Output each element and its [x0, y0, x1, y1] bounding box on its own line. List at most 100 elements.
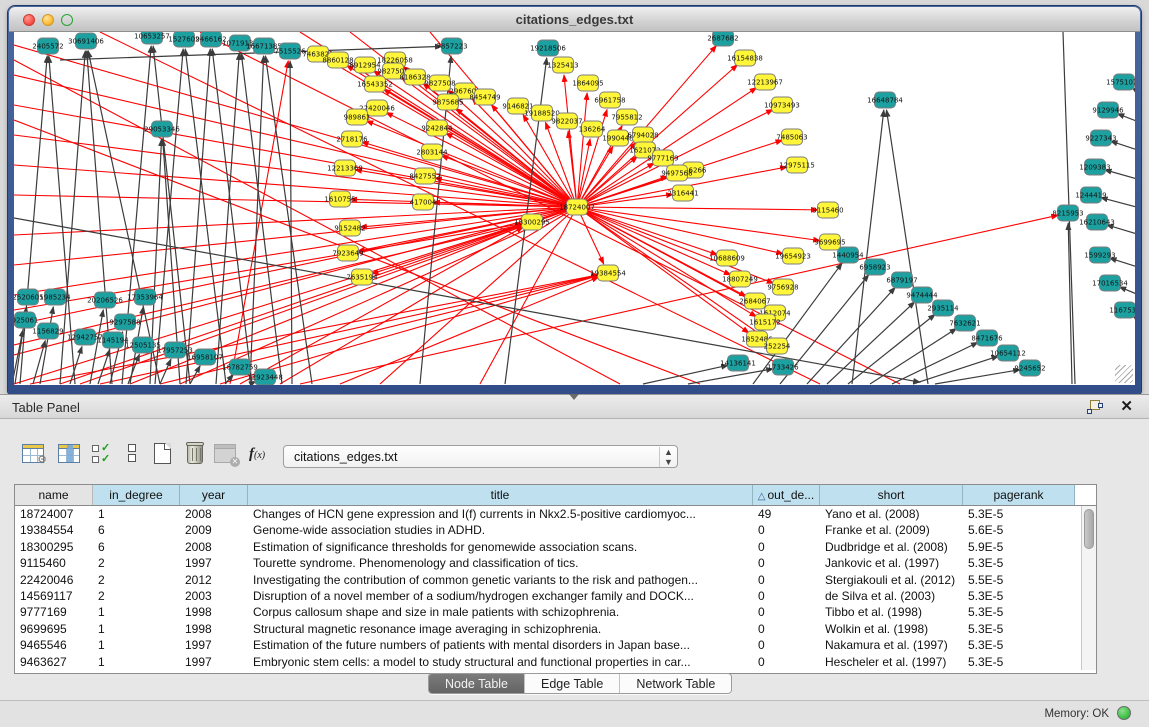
graph-edge[interactable] [577, 207, 820, 241]
graph-node[interactable]: 10688609 [709, 250, 745, 266]
graph-edge[interactable] [1111, 141, 1135, 152]
table-options-icon[interactable]: ⚙ [22, 441, 48, 469]
close-panel-icon[interactable]: ✕ [1120, 397, 1133, 415]
graph-edge[interactable] [852, 110, 884, 384]
graph-node[interactable]: 2316441 [667, 185, 698, 201]
resize-grip-icon[interactable] [1115, 365, 1133, 383]
graph-node[interactable]: 9756928 [767, 279, 798, 295]
column-header-pagerank[interactable]: pagerank [963, 485, 1075, 505]
graph-node[interactable]: 7857223 [436, 38, 467, 54]
network-graph[interactable]: 2405572306914061065325715276029466162107… [14, 32, 1135, 385]
float-panel-icon[interactable] [1087, 400, 1103, 414]
table-row[interactable]: 969969511998Structural magnetic resonanc… [15, 621, 1096, 637]
graph-node[interactable]: 12975115 [779, 157, 815, 173]
column-header-out_de[interactable]: △out_de... [753, 485, 820, 505]
graph-node[interactable]: 2687682 [707, 32, 738, 46]
graph-edge[interactable] [1119, 287, 1135, 297]
graph-edge[interactable] [240, 227, 523, 384]
graph-node[interactable]: 252254 [764, 338, 791, 354]
graph-node[interactable]: 417004 [410, 194, 437, 210]
graph-edge[interactable] [577, 207, 718, 255]
window-titlebar[interactable]: citations_edges.txt [9, 7, 1140, 32]
column-header-in_degree[interactable]: in_degree [93, 485, 180, 505]
column-header-year[interactable]: year [180, 485, 248, 505]
graph-node[interactable]: 1599293 [1084, 247, 1115, 263]
graph-node[interactable]: 16154838 [727, 50, 763, 66]
show-columns-icon[interactable] [58, 441, 84, 469]
graph-edge[interactable] [212, 49, 252, 384]
delete-icon[interactable] [184, 441, 210, 469]
graph-node[interactable]: 9129946 [1092, 102, 1124, 118]
column-header-short[interactable]: short [820, 485, 963, 505]
graph-edge[interactable] [153, 46, 190, 384]
graph-node[interactable]: 6961758 [594, 92, 625, 108]
graph-node[interactable]: 9242844 [421, 120, 453, 136]
graph-node[interactable]: 30691406 [68, 33, 104, 49]
graph-edge[interactable] [290, 61, 292, 384]
graph-node[interactable]: 1209383 [1079, 159, 1110, 175]
table-selector-dropdown[interactable]: citations_edges.txt ▲▼ [283, 445, 678, 468]
table-row[interactable]: 2242004622012Investigating the contribut… [15, 572, 1096, 588]
graph-edge[interactable] [216, 53, 239, 384]
graph-edge[interactable] [886, 110, 928, 384]
graph-node[interactable]: 14136141 [720, 355, 756, 371]
table-row[interactable]: 1938455462009Genome-wide association stu… [15, 522, 1096, 538]
graph-node[interactable]: 9474444 [906, 287, 938, 303]
tab-node-table[interactable]: Node Table [429, 674, 525, 693]
graph-node[interactable]: 9245652 [1014, 360, 1045, 376]
graph-node[interactable]: 1864095 [572, 75, 603, 91]
graph-edge[interactable] [1110, 258, 1135, 269]
graph-edge[interactable] [935, 370, 1020, 384]
graph-node[interactable]: 1733426 [767, 359, 799, 375]
graph-node[interactable]: 10654112 [990, 345, 1026, 361]
graph-edge[interactable] [14, 207, 577, 295]
graph-node[interactable]: 10653257 [134, 32, 170, 44]
column-header-title[interactable]: title [248, 485, 753, 505]
table-row[interactable]: 946554611997Estimation of the future num… [15, 637, 1096, 653]
table-scrollbar[interactable] [1081, 506, 1096, 670]
table-row[interactable]: 977716911998Corpus callosum shape and si… [15, 604, 1096, 620]
graph-node[interactable]: 7923649 [332, 245, 363, 261]
graph-edge[interactable] [122, 46, 151, 384]
graph-edge[interactable] [1117, 114, 1135, 124]
graph-node[interactable]: 2718176 [336, 131, 368, 147]
clear-selection-icon[interactable] [122, 441, 148, 469]
graph-node[interactable]: 989861 [344, 109, 371, 125]
graph-edge[interactable] [643, 365, 728, 384]
tab-network-table[interactable]: Network Table [620, 674, 731, 693]
graph-edge[interactable] [30, 275, 598, 384]
select-all-icon[interactable]: ✓ ✓ [92, 441, 118, 469]
graph-node[interactable]: 19218506 [530, 40, 566, 56]
graph-node[interactable]: 1325413 [547, 57, 578, 73]
memory-ok-icon[interactable] [1117, 706, 1131, 720]
graph-node[interactable]: 19654923 [775, 248, 811, 264]
graph-node[interactable]: 7485063 [776, 129, 807, 145]
graph-node[interactable]: 2803144 [416, 144, 448, 160]
table-row[interactable]: 946362711997Embryonic stem cells: a mode… [15, 654, 1096, 670]
graph-edge[interactable] [577, 207, 818, 210]
function-builder-icon[interactable]: f(x) [249, 441, 275, 469]
graph-node[interactable]: 15751074 [1106, 74, 1135, 90]
graph-edge[interactable] [892, 342, 978, 384]
graph-node[interactable]: 1156829 [32, 323, 63, 339]
scrollbar-thumb[interactable] [1084, 509, 1094, 549]
graph-edge[interactable] [14, 45, 577, 207]
graph-node[interactable]: 1167533 [1109, 302, 1135, 318]
graph-node[interactable]: 9115460 [812, 202, 843, 218]
graph-node[interactable]: 16648784 [867, 92, 903, 108]
graph-node[interactable]: 6958923 [859, 259, 890, 275]
splitter-handle[interactable] [569, 394, 579, 400]
graph-node[interactable]: 9227343 [1085, 130, 1116, 146]
column-header-name[interactable]: name [15, 485, 93, 505]
table-row[interactable]: 1872400712008Changes of HCN gene express… [15, 506, 1096, 522]
graph-node[interactable]: 20206526 [87, 292, 123, 308]
table-row[interactable]: 911546021997Tourette syndrome. Phenomeno… [15, 555, 1096, 571]
graph-node[interactable]: 1610755 [324, 191, 355, 207]
network-canvas[interactable]: 2405572306914061065325715276029466162107… [14, 32, 1135, 385]
graph-node[interactable]: 925061 [14, 312, 38, 328]
table-row[interactable]: 1456911722003Disruption of a novel membe… [15, 588, 1096, 604]
graph-node[interactable]: 17353964 [127, 289, 163, 305]
graph-node[interactable]: 7955812 [611, 109, 642, 125]
graph-edge[interactable] [225, 374, 233, 384]
graph-node[interactable]: 12213967 [747, 74, 783, 90]
